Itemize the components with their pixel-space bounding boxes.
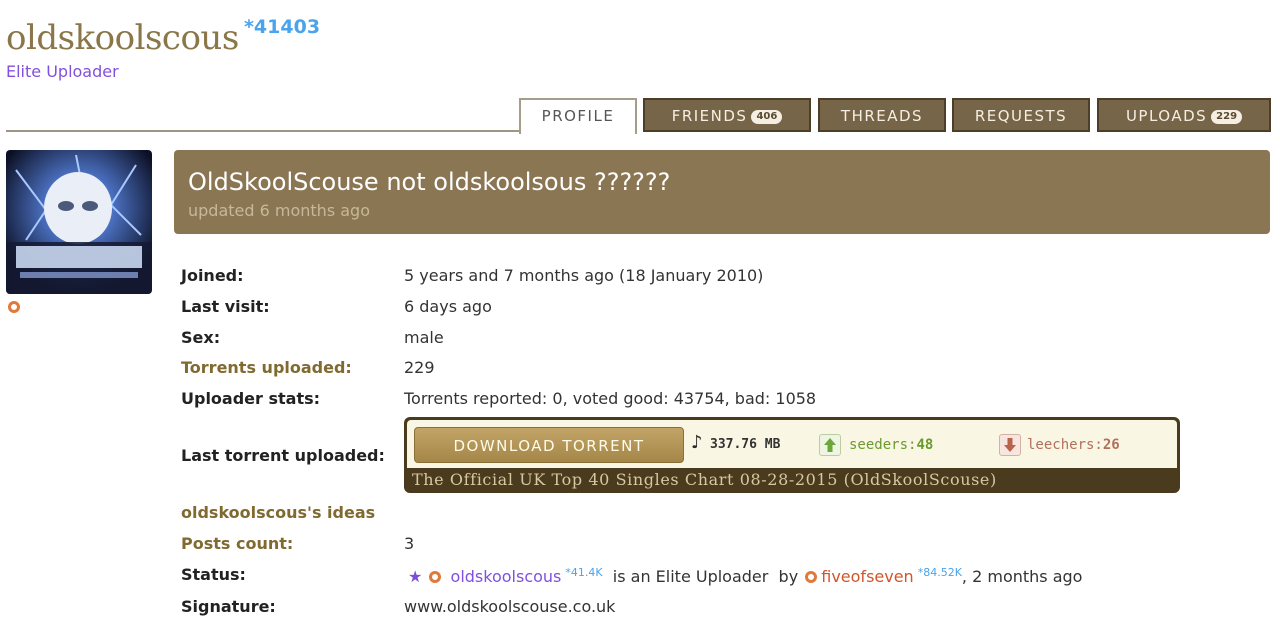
- tab-uploads-label: UPLOADS: [1125, 107, 1208, 125]
- last-visit-label: Last visit:: [181, 297, 270, 316]
- torrents-uploaded-value: 229: [404, 358, 435, 377]
- status-time: , 2 months ago: [961, 567, 1083, 586]
- tab-threads[interactable]: THREADS: [818, 98, 946, 132]
- torrent-info-bar: DOWNLOAD TORRENT ♪ 337.76 MB seeders:48 …: [407, 420, 1177, 468]
- tab-divider: [6, 130, 520, 132]
- last-torrent-card: DOWNLOAD TORRENT ♪ 337.76 MB seeders:48 …: [404, 417, 1180, 493]
- signature-label: Signature:: [181, 597, 276, 616]
- status-user-link[interactable]: oldskoolscous: [451, 567, 562, 586]
- tab-requests-label: REQUESTS: [974, 107, 1068, 125]
- profile-username: oldskoolscous: [6, 18, 239, 58]
- avatar-image: [6, 150, 152, 294]
- uploader-stats-label: Uploader stats:: [181, 389, 321, 408]
- posts-count-label[interactable]: Posts count:: [181, 534, 293, 553]
- last-visit-value: 6 days ago: [404, 297, 492, 316]
- seeders-label: seeders:: [849, 437, 917, 453]
- uploader-stats-value: Torrents reported: 0, voted good: 43754,…: [404, 389, 817, 408]
- profile-headline: OldSkoolScouse not oldskoolsous ??????: [188, 168, 671, 196]
- status-user-rep: *41.4K: [565, 566, 603, 579]
- tab-profile[interactable]: PROFILE: [519, 98, 637, 134]
- reputation-score: *41403: [244, 16, 321, 38]
- tab-friends-label: FRIENDS: [671, 107, 748, 125]
- sex-value: male: [404, 328, 444, 347]
- online-status-icon: [429, 571, 442, 583]
- user-ideas-link[interactable]: oldskoolscous's ideas: [181, 503, 375, 522]
- posts-count-value: 3: [404, 534, 415, 553]
- tab-friends[interactable]: FRIENDS 406: [643, 98, 811, 132]
- joined-value: 5 years and 7 months ago (18 January 201…: [404, 266, 764, 285]
- torrents-uploaded-link[interactable]: Torrents uploaded:: [181, 358, 352, 377]
- last-torrent-label: Last torrent uploaded:: [181, 446, 385, 465]
- online-status-icon: [8, 301, 20, 313]
- status-line: ★ oldskoolscous *41.4K is an Elite Upload…: [408, 566, 1082, 586]
- seeders-up-arrow-icon: [819, 434, 841, 456]
- leechers-down-arrow-icon: [999, 434, 1021, 456]
- status-by-user-link[interactable]: fiveofseven: [821, 567, 913, 586]
- leechers-label: leechers:: [1027, 437, 1103, 453]
- updated-timestamp: updated 6 months ago: [188, 201, 370, 220]
- avatar[interactable]: [6, 150, 152, 294]
- tab-profile-label: PROFILE: [541, 107, 615, 125]
- star-icon: ★: [408, 567, 423, 586]
- seeders-count: seeders:48: [849, 437, 933, 453]
- friends-count-badge: 406: [751, 110, 783, 124]
- status-by-user-rep: *84.52K: [917, 566, 962, 579]
- online-status-icon: [805, 571, 818, 583]
- download-torrent-button[interactable]: DOWNLOAD TORRENT: [414, 427, 684, 463]
- tab-threads-label: THREADS: [840, 107, 924, 125]
- sex-label: Sex:: [181, 328, 221, 347]
- leechers-count: leechers:26: [1027, 437, 1120, 453]
- seeders-value: 48: [916, 437, 934, 453]
- torrent-size: 337.76 MB: [710, 437, 781, 452]
- status-label: Status:: [181, 565, 246, 584]
- torrent-name-link[interactable]: The Official UK Top 40 Singles Chart 08-…: [412, 470, 997, 489]
- tab-requests[interactable]: REQUESTS: [952, 98, 1090, 132]
- status-text: is an Elite Uploader: [612, 567, 769, 586]
- signature-value: www.oldskoolscouse.co.uk: [404, 597, 616, 616]
- joined-label: Joined:: [181, 266, 244, 285]
- leechers-value: 26: [1102, 437, 1120, 453]
- status-by: by: [778, 567, 799, 586]
- profile-header: OldSkoolScouse not oldskoolsous ?????? u…: [174, 150, 1270, 234]
- user-rank[interactable]: Elite Uploader: [6, 62, 119, 81]
- music-note-icon: ♪: [691, 432, 703, 453]
- uploads-count-badge: 229: [1211, 110, 1243, 124]
- tab-uploads[interactable]: UPLOADS 229: [1097, 98, 1271, 132]
